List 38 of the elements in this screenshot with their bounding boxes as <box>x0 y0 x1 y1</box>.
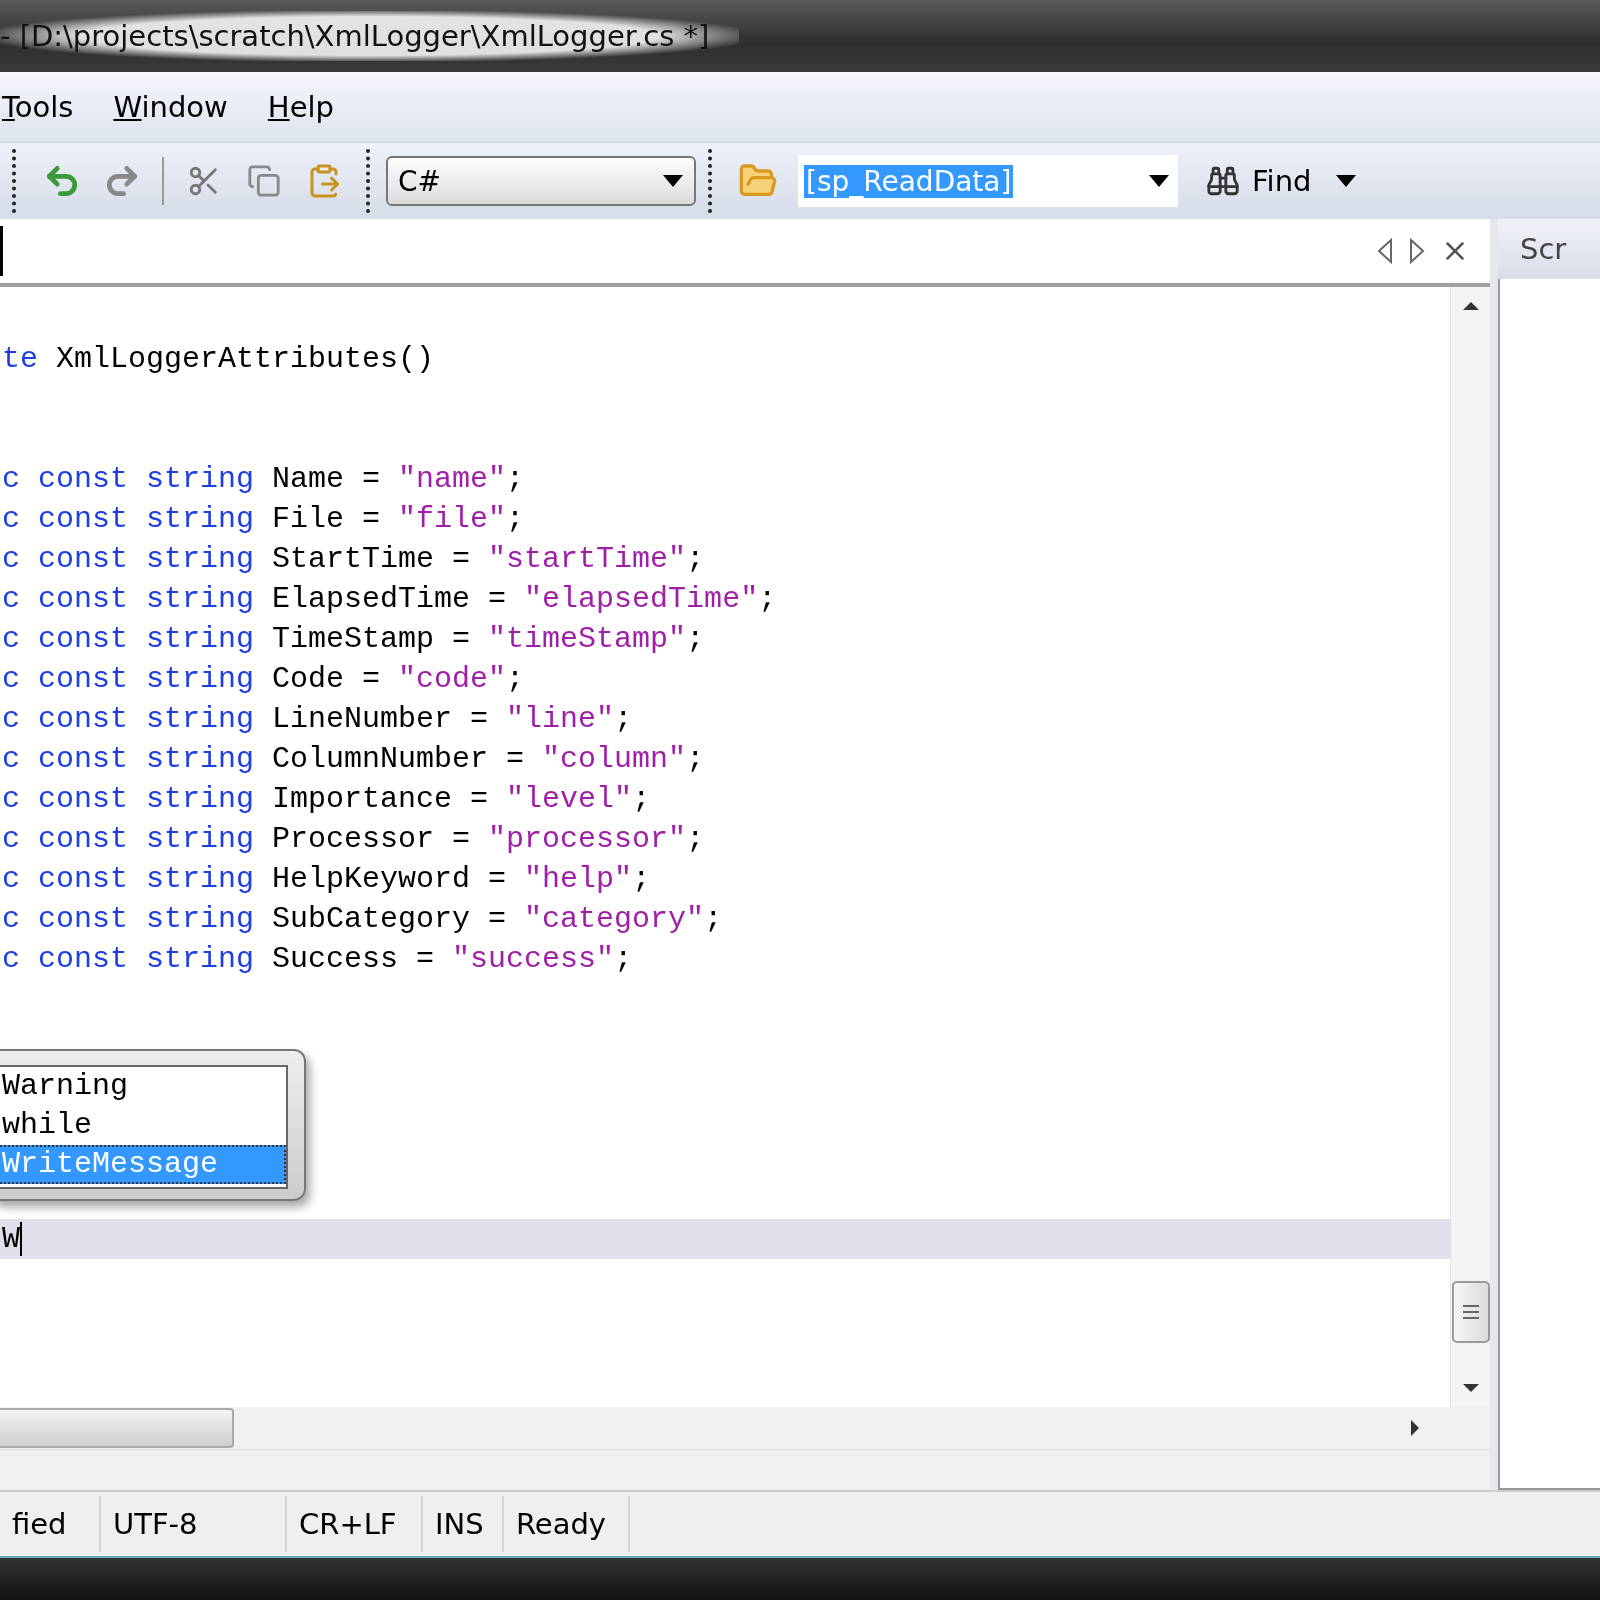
previous-icon[interactable] <box>1376 238 1394 264</box>
panel-tab[interactable]: Scr <box>1498 219 1600 279</box>
language-dropdown[interactable]: C# <box>386 156 696 206</box>
code-line: c const string Importance = "level"; <box>1 781 652 818</box>
code-line: c const string File = "file"; <box>1 501 526 538</box>
menu-item[interactable]: Help <box>267 90 334 124</box>
horizontal-scroll-thumb[interactable] <box>0 1408 234 1448</box>
menu-item[interactable]: Tools <box>2 90 74 124</box>
code-line: c const string Name = "name"; <box>1 461 526 498</box>
code-line: c const string SubCategory = "category"; <box>1 901 724 938</box>
caret-icon <box>662 174 684 188</box>
status-text: Ready <box>504 1496 630 1552</box>
code-line: c const string TimeStamp = "timeStamp"; <box>1 621 706 658</box>
code-line: c const string ElapsedTime = "elapsedTime"; <box>1 581 778 618</box>
code-line: c const string LineNumber = "line"; <box>1 701 634 738</box>
code-line: c const string HelpKeyword = "help"; <box>1 861 652 898</box>
status-text: UTF-8 <box>101 1496 287 1552</box>
code-line: c const string StartTime = "startTime"; <box>1 541 706 578</box>
status-text: fied <box>0 1496 101 1552</box>
status-text: CR+LF <box>287 1496 423 1552</box>
status-text: INS <box>423 1496 504 1552</box>
code-line: te XmlLoggerAttributes() <box>1 341 436 378</box>
caret-icon <box>1148 174 1170 188</box>
scroll-up-icon[interactable] <box>1461 301 1480 311</box>
binoculars-icon <box>1206 164 1240 198</box>
vertical-scrollbar[interactable] <box>1450 287 1490 1407</box>
code-line: c const string Processor = "processor"; <box>1 821 706 858</box>
scroll-right-icon[interactable] <box>1410 1419 1420 1437</box>
find-button[interactable]: Find <box>1202 160 1316 202</box>
caret-icon[interactable] <box>1335 174 1358 188</box>
scroll-down-icon[interactable] <box>1461 1383 1480 1393</box>
code-line: c const string Success = "success"; <box>1 941 634 978</box>
window-title: - [D:\projects\scratch\XmlLogger\XmlLogger.cs *] <box>0 11 740 61</box>
next-icon[interactable] <box>1408 238 1426 264</box>
code-line: c const string ColumnNumber = "column"; <box>1 741 706 778</box>
menu-item[interactable]: Window <box>113 90 228 124</box>
scroll-thumb[interactable] <box>1451 1281 1490 1343</box>
code-line: c const string Code = "code"; <box>1 661 526 698</box>
